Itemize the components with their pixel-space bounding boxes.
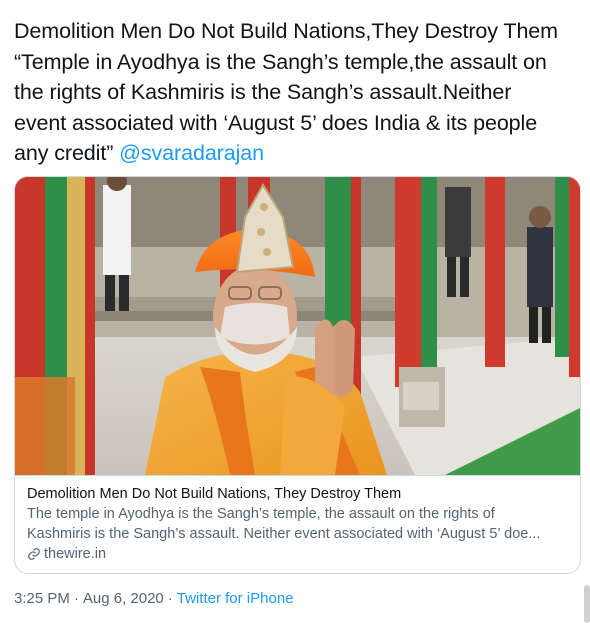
card-description: The temple in Ayodhya is the Sangh’s tem… — [27, 504, 572, 544]
tweet-text-line-last: any credit” @svaradarajan — [14, 138, 586, 169]
tweet-time[interactable]: 3:25 PM — [14, 590, 70, 607]
meta-separator: · — [167, 590, 173, 607]
tweet-text-line: the rights of Kashmiris is the Sangh’s a… — [14, 80, 512, 104]
scrollbar[interactable] — [584, 585, 590, 623]
card-photo — [15, 177, 580, 475]
card-image[interactable] — [15, 177, 580, 476]
tweet-text-line: “Temple in Ayodhya is the Sangh’s temple… — [14, 49, 547, 74]
card-title[interactable]: Demolition Men Do Not Build Nations, The… — [27, 485, 401, 504]
tweet-source[interactable]: Twitter for iPhone — [177, 590, 294, 607]
link-preview-card[interactable]: Demolition Men Do Not Build Nations, The… — [14, 176, 581, 574]
tweet-text-line: event associated with ‘August 5’ does In… — [14, 110, 538, 135]
tweet-text-tail: any credit” — [14, 141, 114, 165]
tweet-meta: 3:25 PM · Aug 6, 2020 · Twitter for iPhone — [14, 589, 294, 609]
tweet-date[interactable]: Aug 6, 2020 — [83, 590, 164, 607]
card-domain-text[interactable]: thewire.in — [44, 544, 106, 564]
card-domain[interactable]: thewire.in — [27, 544, 106, 564]
card-description-line: Kashmiris is the Sangh’s assault. Neithe… — [27, 526, 541, 542]
tweet-text-line: Demolition Men Do Not Build Nations,They… — [14, 19, 558, 43]
tweet-text: Demolition Men Do Not Build Nations,They… — [14, 16, 586, 169]
link-icon — [27, 547, 41, 561]
meta-separator: · — [73, 590, 79, 607]
card-description-line: The temple in Ayodhya is the Sangh’s tem… — [27, 506, 495, 522]
mention-link[interactable]: @svaradarajan — [119, 141, 264, 165]
